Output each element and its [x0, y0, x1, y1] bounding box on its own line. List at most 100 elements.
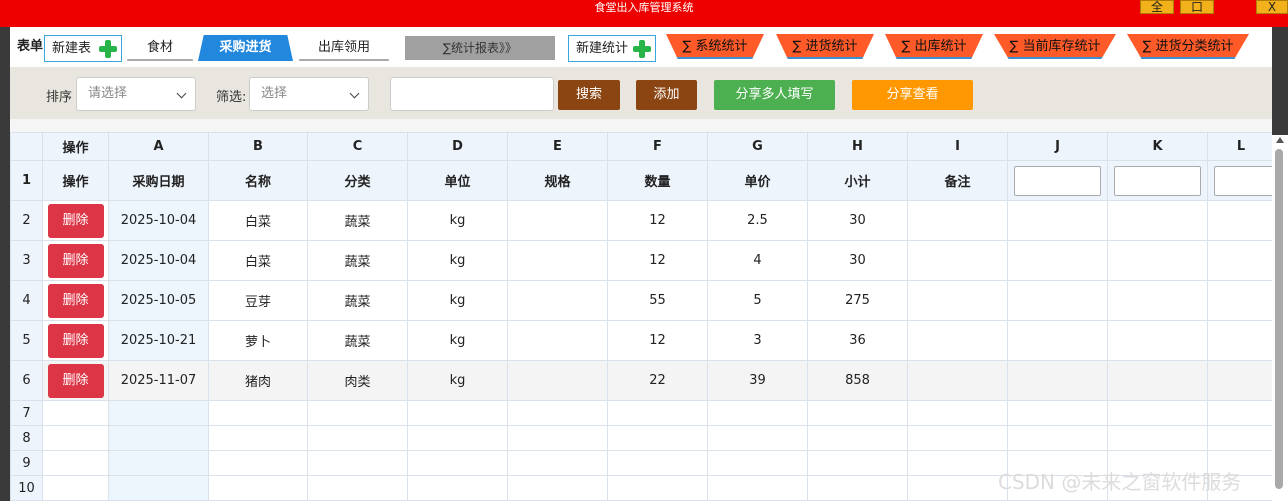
column-letter[interactable]: D: [407, 132, 508, 161]
tab-outbound[interactable]: 出库领用: [299, 35, 389, 61]
cell[interactable]: [1007, 425, 1108, 451]
cell[interactable]: 39: [707, 360, 808, 401]
cell[interactable]: [1007, 320, 1108, 361]
cell[interactable]: 2.5: [707, 200, 808, 241]
column-letter[interactable]: B: [208, 132, 308, 161]
cell[interactable]: 12: [607, 320, 708, 361]
cell[interactable]: [807, 475, 908, 501]
cell[interactable]: [507, 450, 608, 476]
delete-button[interactable]: 删除: [47, 203, 104, 238]
cell[interactable]: [1007, 280, 1108, 321]
header-input[interactable]: [1014, 165, 1101, 196]
share-view-button[interactable]: 分享查看: [852, 80, 973, 110]
cell[interactable]: [108, 475, 209, 501]
cell[interactable]: [42, 425, 109, 451]
cell[interactable]: 萝卜: [208, 320, 308, 361]
column-letter[interactable]: 操作: [42, 132, 109, 161]
cell[interactable]: 2025-10-04: [108, 240, 209, 281]
cell[interactable]: [807, 425, 908, 451]
column-letter[interactable]: K: [1107, 132, 1208, 161]
cell[interactable]: 30: [807, 240, 908, 281]
delete-button[interactable]: 删除: [47, 363, 104, 398]
tab-ingredients[interactable]: 食材: [127, 35, 193, 61]
cell[interactable]: 5: [707, 280, 808, 321]
cell[interactable]: [1207, 400, 1272, 426]
column-letter[interactable]: J: [1007, 132, 1108, 161]
cell[interactable]: [1107, 280, 1208, 321]
cell[interactable]: 30: [807, 200, 908, 241]
header-input[interactable]: [1114, 165, 1201, 196]
cell[interactable]: [1107, 425, 1208, 451]
cell[interactable]: [507, 280, 608, 321]
cell[interactable]: [1207, 280, 1272, 321]
cell[interactable]: [507, 200, 608, 241]
cell[interactable]: [208, 425, 308, 451]
cell[interactable]: 55: [607, 280, 708, 321]
cell[interactable]: [1007, 400, 1108, 426]
cell[interactable]: 12: [607, 200, 708, 241]
cell[interactable]: [1207, 425, 1272, 451]
scroll-up-icon[interactable]: [1276, 137, 1284, 143]
cell[interactable]: [907, 280, 1008, 321]
tab-purchase[interactable]: 采购进货: [198, 35, 293, 61]
cell[interactable]: 2025-10-05: [108, 280, 209, 321]
cell[interactable]: [1107, 240, 1208, 281]
cell[interactable]: [1107, 320, 1208, 361]
cell[interactable]: [407, 400, 508, 426]
cell[interactable]: [307, 450, 408, 476]
cell[interactable]: kg: [407, 320, 508, 361]
close-button[interactable]: X: [1256, 0, 1288, 14]
cell[interactable]: [1207, 320, 1272, 361]
cell[interactable]: kg: [407, 280, 508, 321]
cell[interactable]: [707, 425, 808, 451]
cell[interactable]: 858: [807, 360, 908, 401]
cell[interactable]: [707, 400, 808, 426]
cell[interactable]: [507, 475, 608, 501]
delete-button[interactable]: 删除: [47, 283, 104, 318]
cell[interactable]: [807, 400, 908, 426]
column-letter[interactable]: I: [907, 132, 1008, 161]
cell[interactable]: [1107, 400, 1208, 426]
cell[interactable]: 12: [607, 240, 708, 281]
vertical-scrollbar[interactable]: [1272, 135, 1288, 501]
cell[interactable]: [108, 400, 209, 426]
cell[interactable]: 4: [707, 240, 808, 281]
cell[interactable]: [108, 450, 209, 476]
cell[interactable]: 2025-11-07: [108, 360, 209, 401]
cell[interactable]: 36: [807, 320, 908, 361]
new-table-button[interactable]: 新建表: [44, 35, 122, 62]
cell[interactable]: [507, 425, 608, 451]
column-letter[interactable]: C: [307, 132, 408, 161]
cell[interactable]: [907, 240, 1008, 281]
column-letter[interactable]: L: [1207, 132, 1272, 161]
sort-select[interactable]: 请选择: [76, 77, 196, 111]
cell[interactable]: [407, 425, 508, 451]
scroll-thumb[interactable]: [1275, 149, 1283, 489]
cell[interactable]: [42, 475, 109, 501]
cell[interactable]: [507, 400, 608, 426]
cell[interactable]: [907, 400, 1008, 426]
cell[interactable]: 豆芽: [208, 280, 308, 321]
cell[interactable]: 蔬菜: [307, 200, 408, 241]
delete-button[interactable]: 删除: [47, 323, 104, 358]
cell[interactable]: [307, 425, 408, 451]
cell[interactable]: 猪肉: [208, 360, 308, 401]
cell[interactable]: [1007, 200, 1108, 241]
column-letter[interactable]: F: [607, 132, 708, 161]
cell[interactable]: [907, 200, 1008, 241]
cell[interactable]: 2025-10-04: [108, 200, 209, 241]
cell[interactable]: [42, 450, 109, 476]
cell[interactable]: [907, 475, 1008, 501]
column-letter[interactable]: E: [507, 132, 608, 161]
cell[interactable]: 2025-10-21: [108, 320, 209, 361]
cell[interactable]: [1207, 200, 1272, 241]
purchase-stats-tab[interactable]: ∑ 进货统计: [776, 34, 874, 59]
cell[interactable]: 白菜: [208, 200, 308, 241]
stats-report-button[interactable]: ∑统计报表》》: [405, 36, 555, 60]
cell[interactable]: [807, 450, 908, 476]
cell[interactable]: 蔬菜: [307, 320, 408, 361]
cell[interactable]: [607, 425, 708, 451]
cell[interactable]: [507, 320, 608, 361]
share-multi-button[interactable]: 分享多人填写: [714, 80, 835, 110]
cell[interactable]: [407, 450, 508, 476]
